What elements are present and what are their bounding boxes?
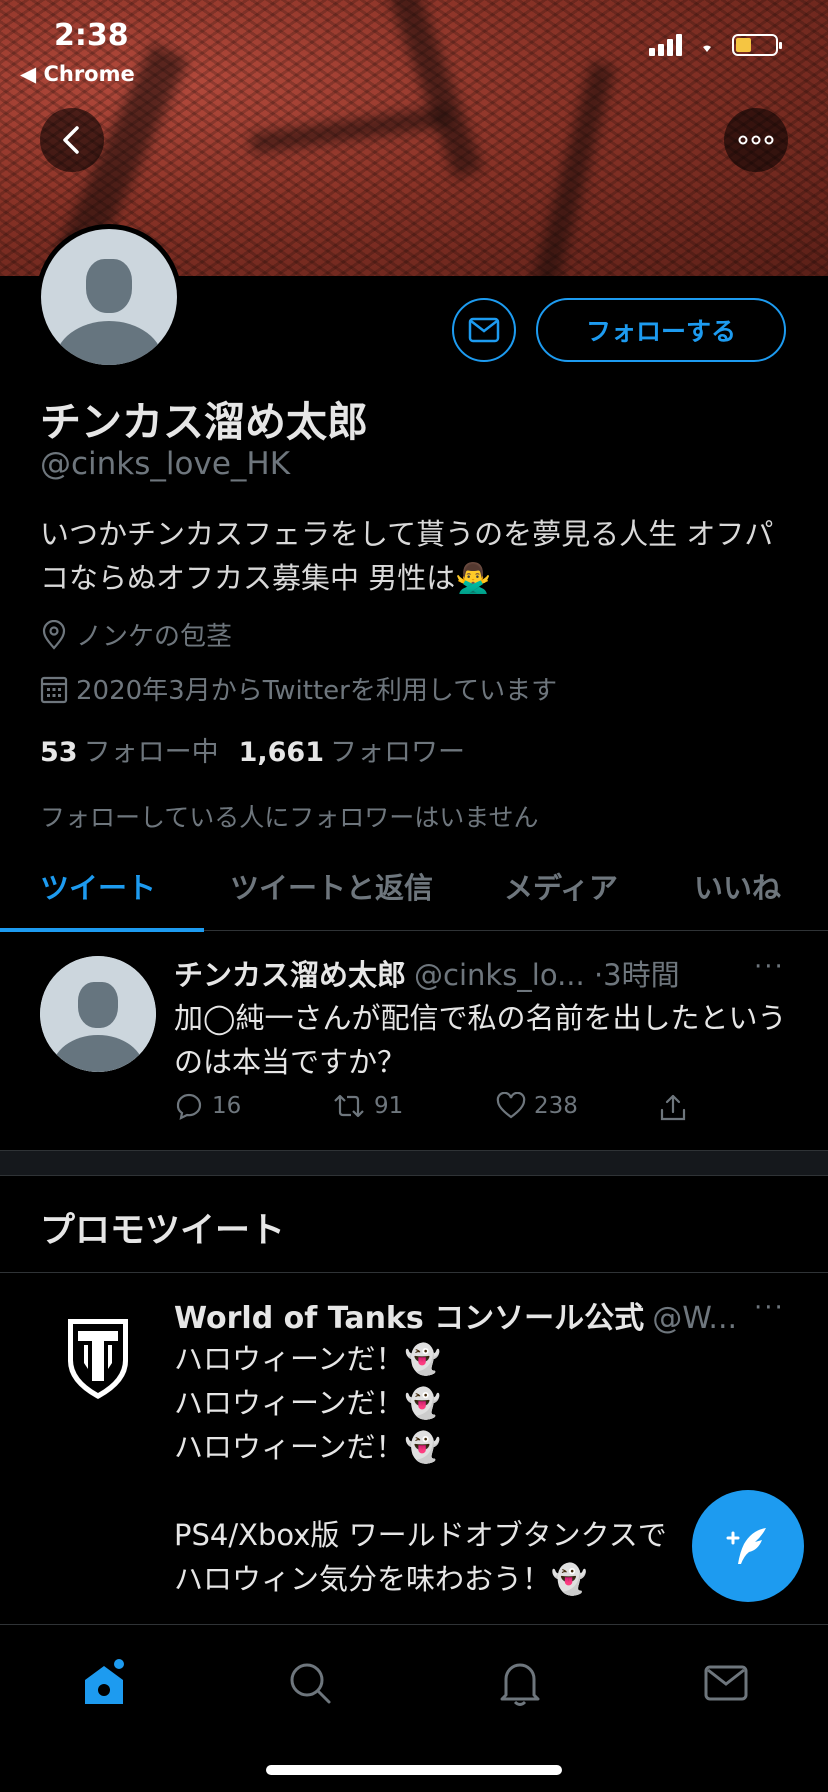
- follow-button[interactable]: フォローする: [536, 298, 786, 362]
- bell-icon: [500, 1663, 540, 1706]
- retweet-icon: [334, 1094, 364, 1118]
- envelope-icon: [704, 1665, 748, 1701]
- promoted-more-icon[interactable]: ···: [754, 1293, 785, 1323]
- location-text: ノンケの包茎: [76, 622, 233, 652]
- followers-link[interactable]: 1,661 フォロワー: [239, 730, 465, 769]
- promoted-line: [174, 1469, 794, 1513]
- following-count: 53: [40, 737, 78, 768]
- chevron-left-icon: [63, 126, 79, 154]
- like-count: 238: [534, 1093, 578, 1119]
- nav-search[interactable]: [280, 1653, 340, 1713]
- tab-tweets-and-replies[interactable]: ツイートと返信: [230, 865, 433, 907]
- promoted-section-title: プロモツイート: [40, 1211, 286, 1251]
- search-icon: [290, 1663, 331, 1704]
- tab-media[interactable]: メディア: [504, 865, 618, 907]
- tweet-author-name[interactable]: チンカス溜め太郎: [174, 958, 406, 992]
- nav-home[interactable]: [74, 1653, 134, 1713]
- more-options-button[interactable]: [724, 108, 788, 172]
- reply-button[interactable]: 16: [174, 1092, 241, 1120]
- tweet-text: 加◯純一さんが配信で私の名前を出したというのは本当ですか？: [174, 1001, 787, 1079]
- home-icon: [85, 1659, 124, 1704]
- tweet-avatar[interactable]: [40, 956, 156, 1072]
- profile-display-name: チンカス溜め太郎: [40, 398, 368, 446]
- default-avatar-icon: [40, 956, 156, 1072]
- tweet-time: ·3時間: [593, 958, 680, 992]
- compose-tweet-icon: [726, 1528, 766, 1564]
- mutual-followers-note: フォローしている人にフォロワーはいません: [40, 803, 539, 832]
- join-date-text: 2020年3月からTwitterを利用しています: [76, 676, 558, 706]
- back-to-app-link[interactable]: ◀ Chrome: [20, 62, 135, 86]
- default-avatar-icon: [41, 229, 177, 365]
- signal-icon: [649, 34, 682, 56]
- calendar-icon: [40, 676, 68, 703]
- profile-avatar[interactable]: [36, 224, 182, 370]
- home-indicator[interactable]: [266, 1765, 562, 1775]
- following-link[interactable]: 53 フォロー中: [40, 730, 219, 769]
- tweet[interactable]: チンカス溜め太郎 @cinks_lo... ·3時間 ··· 加◯純一さんが配信で…: [0, 932, 828, 1150]
- status-time: 2:38: [54, 18, 129, 53]
- profile-tabs: ツイート ツイートと返信 メディア いいね: [0, 855, 828, 932]
- status-indicators: [649, 34, 782, 56]
- promoted-author-handle: @W...: [652, 1301, 738, 1336]
- retweet-button[interactable]: 91: [332, 1092, 403, 1120]
- wifi-icon: [703, 45, 711, 52]
- tab-likes[interactable]: いいね: [694, 865, 781, 907]
- back-button[interactable]: [40, 108, 104, 172]
- share-button[interactable]: [658, 1092, 688, 1122]
- reply-icon: [176, 1093, 202, 1120]
- compose-tweet-button[interactable]: [692, 1490, 804, 1602]
- like-button[interactable]: 238: [496, 1092, 578, 1120]
- status-bar: 2:38 ◀ Chrome: [0, 0, 828, 90]
- profile-handle: @cinks_love_HK: [40, 446, 291, 482]
- followers-count: 1,661: [238, 737, 324, 768]
- follow-counts: 53 フォロー中 1,661 フォロワー: [40, 730, 465, 769]
- tweet-actions: 16 91 238: [174, 1092, 694, 1132]
- profile-location: ノンケの包茎: [40, 616, 232, 653]
- profile-bio: いつかチンカスフェラをして貰うのを夢見る人生 オフパコならぬオフカス募集中 男性…: [40, 517, 774, 595]
- promoted-author-name[interactable]: World of Tanks コンソール公式: [174, 1301, 644, 1336]
- more-horizontal-icon: [738, 135, 774, 145]
- nav-messages[interactable]: [696, 1653, 756, 1713]
- retweet-count: 91: [374, 1093, 404, 1119]
- promoted-tweet-header: World of Tanks コンソール公式 @W...: [174, 1293, 774, 1337]
- promoted-line: ハロウィーンだ！👻: [174, 1342, 441, 1376]
- profile-join-date: 2020年3月からTwitterを利用しています: [40, 670, 557, 707]
- promoted-line: ハロウィーンだ！👻: [174, 1386, 441, 1420]
- envelope-icon: [468, 317, 500, 343]
- promoted-line: ハロウィーンだ！👻: [174, 1430, 441, 1464]
- tweet-more-icon[interactable]: ···: [754, 952, 785, 982]
- world-of-tanks-logo-icon[interactable]: [62, 1313, 134, 1403]
- reply-count: 16: [212, 1093, 242, 1119]
- tab-tweets[interactable]: ツイート: [40, 865, 156, 907]
- tweet-header: チンカス溜め太郎 @cinks_lo... ·3時間: [174, 952, 794, 994]
- share-icon: [660, 1094, 686, 1121]
- location-pin-icon: [42, 619, 66, 650]
- tweet-author-handle: @cinks_lo...: [414, 958, 585, 992]
- message-button[interactable]: [452, 298, 516, 362]
- bottom-navigation: [0, 1624, 828, 1792]
- battery-icon: [732, 34, 782, 56]
- following-label: フォロー中: [83, 737, 219, 768]
- nav-notifications[interactable]: [490, 1653, 550, 1713]
- section-separator: [0, 1150, 828, 1176]
- followers-label: フォロワー: [329, 737, 465, 768]
- heart-icon: [496, 1092, 526, 1119]
